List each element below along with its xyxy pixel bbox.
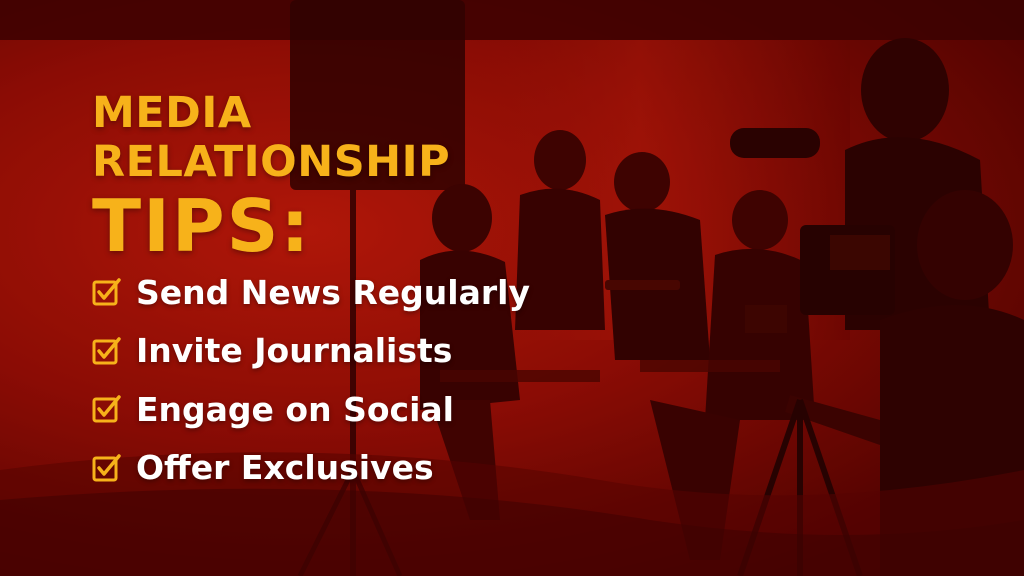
tips-list: Send News Regularly Invite Journalists E… — [92, 272, 530, 506]
checkbox-checked-icon — [92, 453, 121, 481]
page-title: MEDIA RELATIONSHIP TIPS: — [92, 92, 450, 268]
slide: MEDIA RELATIONSHIP TIPS: Send News Regul… — [0, 0, 1024, 576]
checkbox-checked-icon — [92, 395, 121, 423]
title-line-relationship: RELATIONSHIP — [92, 137, 451, 187]
tip-label: Offer Exclusives — [136, 448, 434, 487]
tip-label: Invite Journalists — [136, 331, 453, 370]
title-line-media: MEDIA — [92, 88, 252, 138]
list-item: Offer Exclusives — [92, 448, 530, 488]
tip-label: Send News Regularly — [136, 272, 530, 312]
checkbox-checked-icon — [92, 278, 121, 306]
tip-label: Engage on Social — [136, 389, 454, 429]
list-item: Send News Regularly — [92, 272, 530, 312]
list-item: Engage on Social — [92, 389, 530, 429]
list-item: Invite Journalists — [92, 331, 530, 371]
checkbox-checked-icon — [92, 336, 121, 364]
title-line-tips: TIPS: — [92, 184, 312, 268]
